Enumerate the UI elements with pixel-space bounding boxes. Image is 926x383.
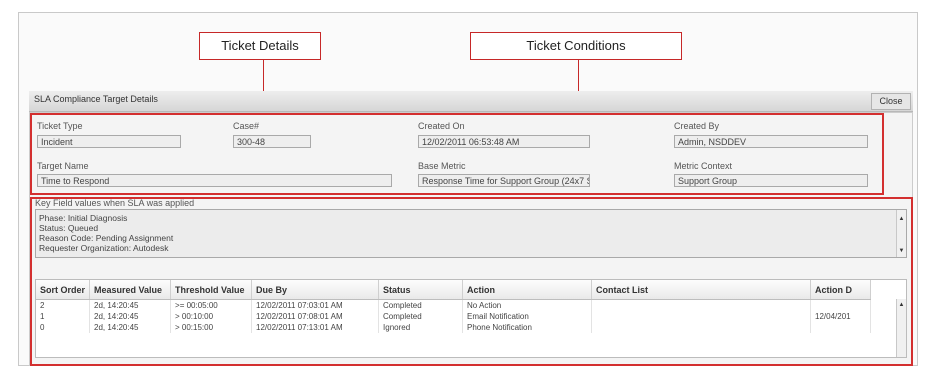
ticket-conditions-callout: Ticket Conditions	[470, 32, 682, 60]
key-fields-scrollbar[interactable]: ▲ ▼	[896, 210, 906, 257]
case-number-field[interactable]: 300-48	[233, 135, 311, 148]
sort-order-cell: 2	[36, 299, 91, 311]
due-by-cell: 12/02/2011 07:08:01 AM	[251, 311, 380, 322]
column-header-measured-value[interactable]: Measured Value	[89, 280, 172, 300]
scroll-down-icon[interactable]: ▼	[898, 248, 905, 255]
table-row[interactable]: 2 2d, 14:20:45 >= 00:05:00 12/02/2011 07…	[36, 299, 872, 311]
ticket-details-callout: Ticket Details	[199, 32, 321, 60]
case-number-label: Case#	[233, 121, 260, 131]
column-header-action[interactable]: Action	[462, 280, 593, 300]
dialog-titlebar: SLA Compliance Target Details Close	[29, 91, 913, 112]
table-row[interactable]: 1 2d, 14:20:45 > 00:10:00 12/02/2011 07:…	[36, 311, 872, 322]
scroll-up-icon[interactable]: ▲	[898, 302, 905, 309]
column-header-action-date[interactable]: Action D	[810, 280, 872, 300]
target-name-label: Target Name	[37, 161, 89, 171]
ticket-type-label: Ticket Type	[37, 121, 83, 131]
action-date-cell: 12/04/201	[810, 311, 872, 322]
measured-value-cell: 2d, 14:20:45	[89, 311, 172, 322]
key-field-line: Status: Queued	[39, 223, 99, 233]
contact-list-cell	[591, 311, 812, 322]
created-on-field[interactable]: 12/02/2011 06:53:48 AM	[418, 135, 590, 148]
metric-context-label: Metric Context	[674, 161, 733, 171]
created-on-label: Created On	[418, 121, 465, 131]
scroll-up-icon[interactable]: ▲	[898, 216, 905, 223]
status-cell: Completed	[378, 299, 464, 311]
base-metric-field[interactable]: Response Time for Support Group (24x7 Su…	[418, 174, 590, 187]
status-cell: Completed	[378, 311, 464, 322]
measured-value-cell: 2d, 14:20:45	[89, 299, 172, 311]
column-header-threshold-value[interactable]: Threshold Value	[170, 280, 253, 300]
column-header-contact-list[interactable]: Contact List	[591, 280, 812, 300]
key-fields-label: Key Field values when SLA was applied	[35, 198, 195, 208]
threshold-value-cell: > 00:15:00	[170, 322, 253, 333]
key-field-line: Reason Code: Pending Assignment	[39, 233, 174, 243]
threshold-value-cell: >= 00:05:00	[170, 299, 253, 311]
created-by-label: Created By	[674, 121, 720, 131]
contact-list-cell	[591, 299, 812, 311]
conditions-table: Sort Order Measured Value Threshold Valu…	[35, 279, 907, 358]
close-button[interactable]: Close	[871, 93, 911, 110]
action-cell: Email Notification	[462, 311, 593, 322]
sort-order-cell: 0	[36, 322, 91, 333]
key-field-line: Requester Organization: Autodesk	[39, 243, 169, 253]
base-metric-label: Base Metric	[418, 161, 466, 171]
key-field-line: Phase: Initial Diagnosis	[39, 213, 128, 223]
key-fields-textarea[interactable]: Phase: Initial Diagnosis Status: Queued …	[35, 209, 907, 258]
contact-list-cell	[591, 322, 812, 333]
table-row[interactable]: 0 2d, 14:20:45 > 00:15:00 12/02/2011 07:…	[36, 322, 872, 333]
sort-order-cell: 1	[36, 311, 91, 322]
column-header-sort-order[interactable]: Sort Order	[36, 280, 91, 300]
column-header-status[interactable]: Status	[378, 280, 464, 300]
action-cell: No Action	[462, 299, 593, 311]
due-by-cell: 12/02/2011 07:13:01 AM	[251, 322, 380, 333]
action-date-cell	[810, 299, 872, 311]
action-cell: Phone Notification	[462, 322, 593, 333]
target-name-field[interactable]: Time to Respond	[37, 174, 392, 187]
dialog-title: SLA Compliance Target Details	[34, 94, 158, 104]
measured-value-cell: 2d, 14:20:45	[89, 322, 172, 333]
status-cell: Ignored	[378, 322, 464, 333]
threshold-value-cell: > 00:10:00	[170, 311, 253, 322]
ticket-type-field[interactable]: Incident	[37, 135, 181, 148]
due-by-cell: 12/02/2011 07:03:01 AM	[251, 299, 380, 311]
created-by-field[interactable]: Admin, NSDDEV	[674, 135, 868, 148]
metric-context-field[interactable]: Support Group	[674, 174, 868, 187]
action-date-cell	[810, 322, 872, 333]
column-header-due-by[interactable]: Due By	[251, 280, 380, 300]
conditions-table-scrollbar[interactable]: ▲	[896, 299, 906, 357]
